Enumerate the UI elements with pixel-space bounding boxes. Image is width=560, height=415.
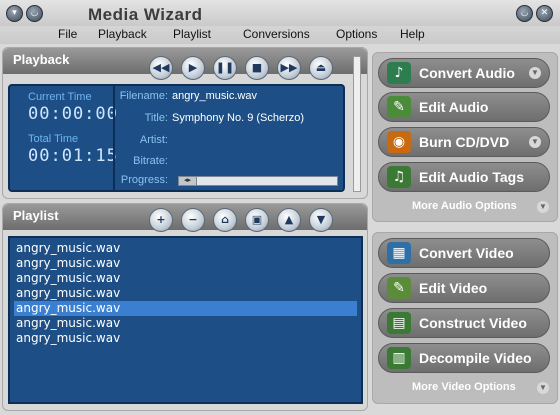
convert-audio-label: Convert Audio (419, 65, 515, 81)
current-time-label: Current Time (28, 91, 92, 103)
convert-video-icon: ▦ (387, 242, 411, 264)
save-button[interactable]: ▣ (245, 208, 269, 232)
burn-disc-icon: ◉ (387, 131, 411, 153)
edit-audio-button[interactable]: ✎ Edit Audio (378, 92, 550, 122)
menu-conversions[interactable]: Conversions (243, 27, 310, 41)
menu-options[interactable]: Options (336, 27, 377, 41)
scrollbar[interactable] (353, 56, 361, 192)
filename-label: Filename: (119, 90, 168, 102)
total-time-label: Total Time (28, 133, 79, 145)
decompile-video-icon: ▥ (387, 347, 411, 369)
edit-video-label: Edit Video (419, 280, 488, 296)
audio-tags-icon: ♫ (387, 166, 411, 188)
bitrate-label: Bitrate: (133, 155, 168, 167)
menu-file[interactable]: File (58, 27, 77, 41)
title-bar: ▾ ◡ Media Wizard ◡ ✕ (0, 0, 560, 28)
pause-button[interactable]: ❚❚ (213, 56, 237, 80)
chevron-down-icon[interactable]: ▼ (537, 382, 549, 394)
convert-audio-button[interactable]: ♪ Convert Audio ▼ (378, 58, 550, 88)
playback-info: Current Time 00:00:00 Total Time 00:01:1… (8, 84, 345, 192)
stop-button[interactable]: ■ (245, 56, 269, 80)
app-title: Media Wizard (88, 5, 203, 24)
fast-forward-button[interactable]: ▶▶ (277, 56, 301, 80)
playlist-item[interactable]: angry_music.wav (14, 256, 357, 271)
menu-playlist[interactable]: Playlist (173, 27, 211, 41)
playlist-list: angry_music.wav angry_music.wav angry_mu… (8, 236, 363, 404)
construct-video-button[interactable]: ▤ Construct Video (378, 308, 550, 338)
open-folder-button[interactable]: ⌂ (213, 208, 237, 232)
remove-button[interactable]: − (181, 208, 205, 232)
edit-video-button[interactable]: ✎ Edit Video (378, 273, 550, 303)
progress-slider[interactable]: ◂▸ (178, 176, 338, 186)
menu-help[interactable]: Help (400, 27, 425, 41)
playlist-title: Playlist (13, 208, 59, 223)
more-audio-options-link[interactable]: More Audio Options (412, 200, 517, 212)
chevron-down-icon[interactable]: ▼ (529, 136, 541, 148)
rewind-button[interactable]: ◀◀ (149, 56, 173, 80)
chevron-down-icon[interactable]: ▼ (537, 201, 549, 213)
playlist-item[interactable]: angry_music.wav (14, 316, 357, 331)
chevron-down-icon[interactable]: ▼ (529, 67, 541, 79)
progress-thumb[interactable]: ◂▸ (179, 177, 197, 185)
burn-cd-dvd-button[interactable]: ◉ Burn CD/DVD ▼ (378, 127, 550, 157)
decompile-video-label: Decompile Video (419, 350, 532, 366)
more-video-options-link[interactable]: More Video Options (412, 381, 516, 393)
menu-playback[interactable]: Playback (98, 27, 147, 41)
playlist-item-selected[interactable]: angry_music.wav (14, 301, 357, 316)
move-down-button[interactable]: ▼ (309, 208, 333, 232)
artist-label: Artist: (139, 134, 168, 146)
eject-button[interactable]: ⏏ (309, 56, 333, 80)
edit-audio-tags-button[interactable]: ♫ Edit Audio Tags (378, 162, 550, 192)
playlist-item[interactable]: angry_music.wav (14, 271, 357, 286)
burn-cd-dvd-label: Burn CD/DVD (419, 134, 510, 150)
menu-bar: File Playback Playlist Conversions Optio… (0, 26, 560, 44)
playlist-item[interactable]: angry_music.wav (14, 331, 357, 346)
skin-icon[interactable]: ◡ (516, 5, 533, 22)
convert-video-button[interactable]: ▦ Convert Video (378, 238, 550, 268)
decompile-video-button[interactable]: ▥ Decompile Video (378, 343, 550, 373)
title-label: Title: (144, 112, 168, 124)
edit-audio-label: Edit Audio (419, 99, 489, 115)
filename-value: angry_music.wav (172, 90, 257, 102)
play-button[interactable]: ▶ (181, 56, 205, 80)
progress-label: Progress: (120, 174, 168, 186)
convert-video-label: Convert Video (419, 245, 514, 261)
edit-audio-tags-label: Edit Audio Tags (419, 169, 524, 185)
title-value: Symphony No. 9 (Scherzo) (172, 112, 305, 124)
convert-audio-icon: ♪ (387, 62, 411, 84)
construct-video-label: Construct Video (419, 315, 527, 331)
menu-icon[interactable]: ▾ (6, 5, 23, 22)
playback-title: Playback (13, 52, 70, 67)
move-up-button[interactable]: ▲ (277, 208, 301, 232)
playlist-item[interactable]: angry_music.wav (14, 241, 357, 256)
close-icon[interactable]: ✕ (536, 5, 553, 22)
edit-audio-icon: ✎ (387, 96, 411, 118)
edit-video-icon: ✎ (387, 277, 411, 299)
construct-video-icon: ▤ (387, 312, 411, 334)
playlist-item[interactable]: angry_music.wav (14, 286, 357, 301)
minimize-icon[interactable]: ◡ (26, 5, 43, 22)
add-button[interactable]: + (149, 208, 173, 232)
